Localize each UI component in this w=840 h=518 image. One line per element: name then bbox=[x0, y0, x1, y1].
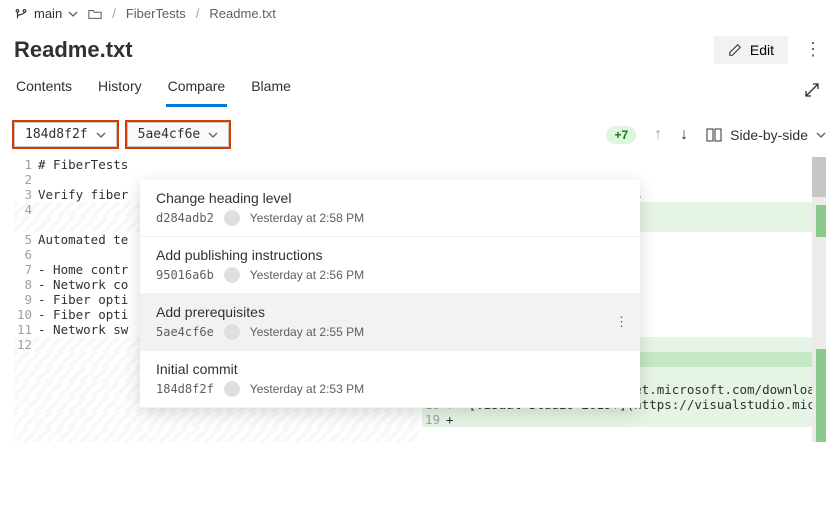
commit-hash: d284adb2 bbox=[156, 211, 214, 225]
breadcrumb-folder[interactable]: FiberTests bbox=[126, 6, 186, 21]
commit-option[interactable]: Add prerequisites 5ae4cf6e Yesterday at … bbox=[140, 294, 640, 351]
commit-item-more[interactable]: ⋮ bbox=[615, 314, 628, 330]
right-commit-selector[interactable]: 5ae4cf6e bbox=[127, 122, 230, 147]
commit-option[interactable]: Initial commit 184d8f2f Yesterday at 2:5… bbox=[140, 351, 640, 408]
tab-contents[interactable]: Contents bbox=[14, 72, 74, 107]
chevron-down-icon bbox=[68, 9, 78, 19]
view-mode-label: Side-by-side bbox=[730, 127, 808, 143]
tab-history[interactable]: History bbox=[96, 72, 144, 107]
prev-diff-button[interactable]: ↑ bbox=[654, 126, 662, 144]
diff-count-badge: +7 bbox=[606, 126, 636, 144]
commit-hash: 184d8f2f bbox=[156, 382, 214, 396]
code-line bbox=[38, 412, 418, 427]
right-commit-hash: 5ae4cf6e bbox=[138, 127, 201, 142]
chevron-down-icon bbox=[208, 130, 218, 140]
more-menu-button[interactable]: ⋮ bbox=[800, 35, 826, 64]
diff-marker bbox=[816, 349, 826, 442]
code-line: # FiberTests bbox=[38, 157, 418, 172]
commit-hash: 5ae4cf6e bbox=[156, 325, 214, 339]
diff-marker bbox=[816, 205, 826, 237]
side-by-side-icon bbox=[706, 128, 722, 142]
tab-blame[interactable]: Blame bbox=[249, 72, 293, 107]
left-commit-hash: 184d8f2f bbox=[25, 127, 88, 142]
avatar bbox=[224, 210, 240, 226]
commit-time: Yesterday at 2:53 PM bbox=[250, 382, 364, 396]
avatar bbox=[224, 267, 240, 283]
chevron-down-icon bbox=[96, 130, 106, 140]
folder-icon bbox=[88, 7, 102, 21]
commit-title: Change heading level bbox=[156, 190, 624, 206]
fullscreen-button[interactable] bbox=[798, 76, 826, 104]
edit-label: Edit bbox=[750, 42, 774, 58]
branch-name: main bbox=[34, 6, 62, 21]
tabs: Contents History Compare Blame bbox=[14, 72, 293, 107]
code-line bbox=[446, 157, 826, 172]
commit-dropdown: Change heading level d284adb2 Yesterday … bbox=[140, 180, 640, 408]
commit-time: Yesterday at 2:55 PM bbox=[250, 325, 364, 339]
edit-button[interactable]: Edit bbox=[714, 36, 788, 64]
breadcrumb-separator: / bbox=[196, 6, 200, 21]
commit-time: Yesterday at 2:58 PM bbox=[250, 211, 364, 225]
commit-time: Yesterday at 2:56 PM bbox=[250, 268, 364, 282]
breadcrumb-file[interactable]: Readme.txt bbox=[209, 6, 275, 21]
commit-title: Initial commit bbox=[156, 361, 624, 377]
pencil-icon bbox=[728, 43, 742, 57]
commit-title: Add prerequisites bbox=[156, 304, 624, 320]
page-title: Readme.txt bbox=[14, 37, 133, 63]
commit-title: Add publishing instructions bbox=[156, 247, 624, 263]
avatar bbox=[224, 381, 240, 397]
expand-icon bbox=[804, 82, 820, 98]
commit-option[interactable]: Add publishing instructions 95016a6b Yes… bbox=[140, 237, 640, 294]
branch-selector[interactable]: main bbox=[14, 6, 78, 21]
scrollbar-thumb[interactable] bbox=[812, 157, 826, 197]
next-diff-button[interactable]: ↓ bbox=[680, 126, 688, 144]
avatar bbox=[224, 324, 240, 340]
chevron-down-icon bbox=[816, 130, 826, 140]
code-line bbox=[38, 427, 418, 442]
commit-hash: 95016a6b bbox=[156, 268, 214, 282]
branch-icon bbox=[14, 7, 28, 21]
breadcrumb-separator: / bbox=[112, 6, 116, 21]
left-commit-selector[interactable]: 184d8f2f bbox=[14, 122, 117, 147]
tab-compare[interactable]: Compare bbox=[166, 72, 228, 107]
breadcrumb: main / FiberTests / Readme.txt bbox=[0, 0, 840, 27]
commit-option[interactable]: Change heading level d284adb2 Yesterday … bbox=[140, 180, 640, 237]
view-mode-selector[interactable]: Side-by-side bbox=[706, 127, 826, 143]
